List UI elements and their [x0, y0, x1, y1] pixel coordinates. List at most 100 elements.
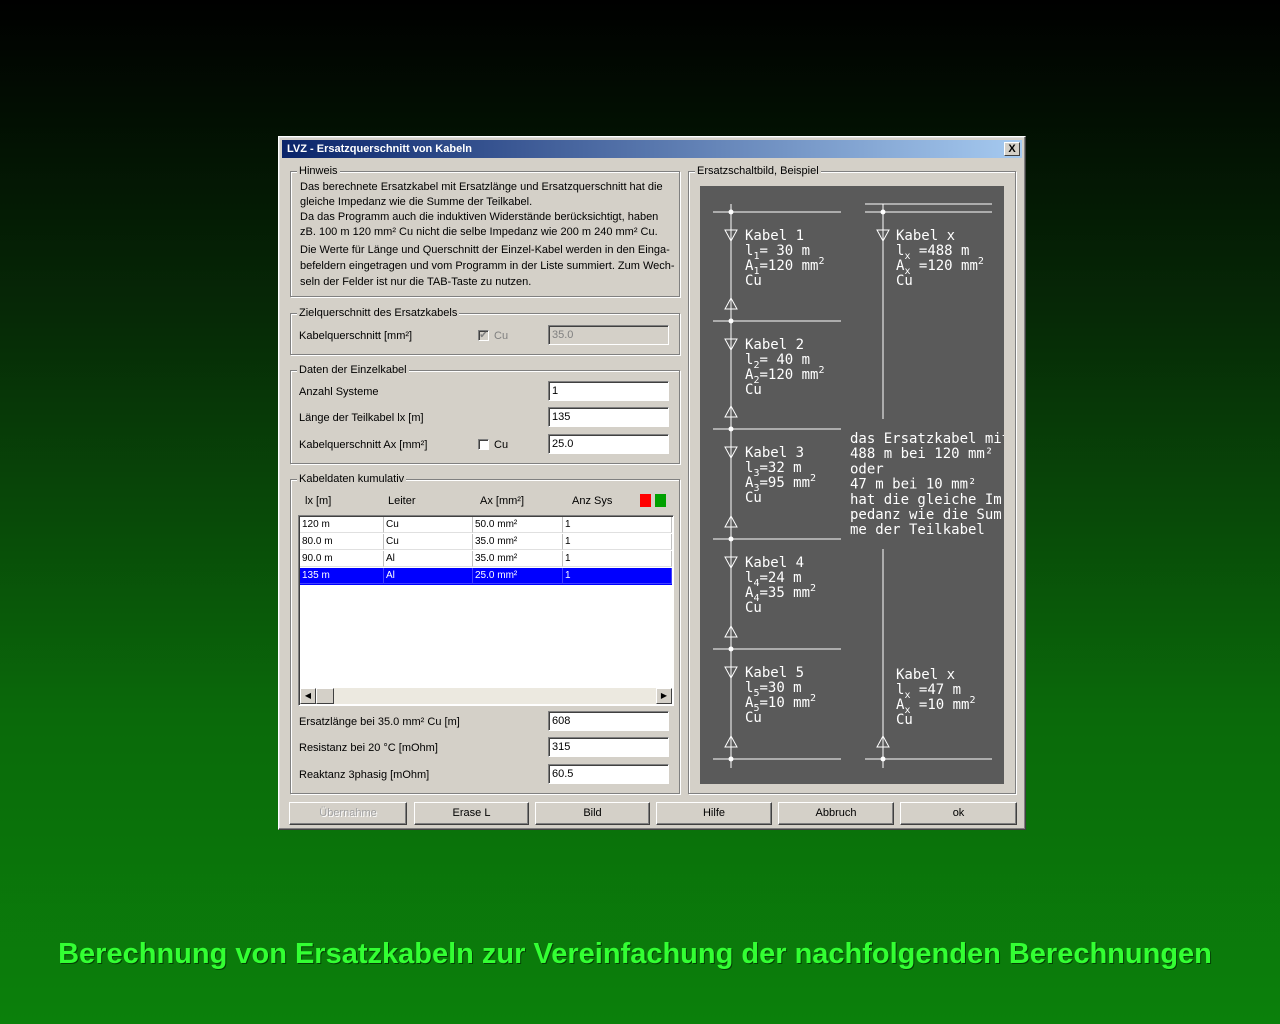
einzel-label: Daten der Einzelkabel — [297, 363, 409, 377]
cable-material: Cu — [745, 273, 762, 289]
table-cell: 1 — [563, 534, 672, 550]
hinweis-line: befeldern eingetragen und vom Programm i… — [300, 260, 675, 272]
diagram-note: hat die gleiche Im- — [850, 492, 1004, 508]
table-row[interactable]: 135 m Al 25.0 mm² 1 — [300, 568, 672, 585]
diagram-note: me der Teilkabel — [850, 522, 985, 538]
ersatzschaltbild-diagram: Kabel 1 l1= 30 m A1=120 mm2 Cu Kabel 2 l2= 40… — [700, 186, 1010, 784]
table-cell: 1 — [563, 568, 672, 584]
table-cell: 90.0 m — [300, 551, 384, 567]
close-icon[interactable]: X — [1004, 142, 1020, 156]
table-cell: 1 — [563, 551, 672, 567]
hinweis-line: Da das Programm auch die induktiven Wide… — [300, 211, 659, 223]
node-dot — [728, 209, 734, 215]
table-cell: 120 m — [300, 517, 384, 533]
schaltbild-label: Ersatzschaltbild, Beispiel — [695, 164, 821, 178]
cable-name: Kabel 5 — [745, 665, 804, 681]
cable-material: Cu — [745, 382, 762, 398]
kabel-listbox[interactable]: 120 m Cu 50.0 mm² 1 80.0 m Cu 35.0 mm² 1 90.0 mA… — [298, 515, 674, 706]
hinweis-line: Die Werte für Länge und Querschnitt der … — [300, 244, 670, 256]
cable-material: Cu — [745, 490, 762, 506]
reaktanz-label: Reaktanz 3phasig [mOhm] — [299, 769, 430, 781]
resistanz-label: Resistanz bei 20 °C [mOhm] — [299, 742, 438, 754]
scroll-right-icon[interactable]: ▶ — [656, 688, 672, 704]
cable-material: Cu — [896, 712, 913, 728]
querschnitt-field[interactable]: 25.0 — [548, 434, 669, 454]
hilfe-button[interactable]: Hilfe — [656, 802, 772, 825]
title-bar[interactable]: LVZ - Ersatzquerschnitt von Kabeln X — [282, 140, 1022, 158]
table-row[interactable]: 80.0 m Cu 35.0 mm² 1 — [300, 534, 672, 551]
page-caption: Berechnung von Ersatzkabeln zur Vereinfa… — [58, 938, 1212, 970]
diagram-note: das Ersatzkabel mit — [850, 431, 1004, 447]
node-dot — [880, 756, 886, 762]
diagram-note: 47 m bei 10 mm² — [850, 477, 976, 493]
ziel-querschnitt-field[interactable]: 35.0 — [548, 325, 669, 345]
laenge-label: Länge der Teilkabel lx [m] — [299, 412, 424, 424]
uebernahme-button[interactable]: Übernahme — [289, 802, 407, 825]
diagram-note: oder — [850, 461, 884, 477]
anzahl-systeme-field[interactable]: 1 — [548, 381, 669, 401]
table-cell: 25.0 mm² — [473, 568, 563, 584]
table-row[interactable]: 120 m Cu 50.0 mm² 1 — [300, 517, 672, 534]
scroll-left-icon[interactable]: ◀ — [300, 688, 316, 704]
table-cell: Al — [384, 568, 473, 584]
column-header-leiter: Leiter — [388, 495, 416, 507]
cable-name: Kabel 1 — [745, 228, 804, 244]
node-dot — [728, 318, 734, 324]
cable-material: Cu — [896, 273, 913, 289]
hinweis-line: Das berechnete Ersatzkabel mit Ersatzlän… — [300, 181, 663, 193]
ziel-field-label: Kabelquerschnitt [mm²] — [299, 330, 413, 342]
ziel-label: Zielquerschnitt des Ersatzkabels — [297, 306, 460, 320]
hinweis-line: zB. 100 m 120 mm² Cu nicht die selbe Imp… — [300, 226, 658, 238]
cable-name: Kabel 4 — [745, 555, 804, 571]
querschnitt-label: Kabelquerschnitt Ax [mm²] — [299, 439, 428, 451]
anzahl-label: Anzahl Systeme — [299, 386, 379, 398]
ersatzlaenge-field[interactable]: 608 — [548, 711, 669, 731]
table-cell: Al — [384, 551, 473, 567]
diagram-note: pedanz wie die Sum- — [850, 507, 1004, 523]
resistanz-field[interactable]: 315 — [548, 737, 669, 757]
laenge-field[interactable]: 135 — [548, 407, 669, 427]
dialog-title: LVZ - Ersatzquerschnitt von Kabeln — [287, 143, 472, 155]
node-dot — [728, 646, 734, 652]
column-header-lx: lx [m] — [305, 495, 332, 507]
kumulativ-label: Kabeldaten kumulativ — [297, 472, 407, 486]
cable-material: Cu — [745, 600, 762, 616]
column-header-anzsys: Anz Sys — [572, 495, 613, 507]
einzel-cu-label: Cu — [494, 439, 509, 451]
ziel-cu-label: Cu — [494, 330, 509, 342]
hinweis-line: gleiche Impedanz wie die Summe der Teilk… — [300, 196, 533, 208]
cable-name: Kabel x — [896, 228, 955, 244]
table-cell: Cu — [384, 534, 473, 550]
node-dot — [728, 426, 734, 432]
table-cell: 80.0 m — [300, 534, 384, 550]
cable-name: Kabel 2 — [745, 337, 804, 353]
table-cell: 50.0 mm² — [473, 517, 563, 533]
red-indicator-icon[interactable] — [640, 494, 651, 507]
cable-name: Kabel x — [896, 667, 955, 683]
table-cell: 35.0 mm² — [473, 551, 563, 567]
node-dot — [728, 756, 734, 762]
table-cell: 35.0 mm² — [473, 534, 563, 550]
ersatzlaenge-label: Ersatzlänge bei 35.0 mm² Cu [m] — [299, 716, 460, 728]
scroll-thumb[interactable] — [316, 688, 334, 704]
erase-button[interactable]: Erase L — [414, 802, 529, 825]
node-dot — [728, 536, 734, 542]
cable-material: Cu — [745, 710, 762, 726]
table-row[interactable]: 90.0 m Al 35.0 mm² 1 — [300, 551, 672, 568]
table-cell: 135 m — [300, 568, 384, 584]
green-indicator-icon[interactable] — [655, 494, 666, 507]
table-cell: 1 — [563, 517, 672, 533]
bild-button[interactable]: Bild — [535, 802, 650, 825]
ziel-cu-checkbox[interactable]: ✔ — [478, 330, 489, 341]
einzel-cu-checkbox[interactable] — [478, 439, 489, 450]
hinweis-label: Hinweis — [297, 164, 340, 178]
ok-button[interactable]: ok — [900, 802, 1017, 825]
horizontal-scrollbar[interactable]: ◀ ▶ — [300, 688, 672, 704]
abbruch-button[interactable]: Abbruch — [778, 802, 894, 825]
diagram-note: 488 m bei 120 mm² — [850, 446, 993, 462]
table-cell: Cu — [384, 517, 473, 533]
cable-name: Kabel 3 — [745, 445, 804, 461]
hinweis-line: seln der Felder ist nur die TAB-Taste zu… — [300, 276, 532, 288]
reaktanz-field[interactable]: 60.5 — [548, 764, 669, 784]
column-header-ax: Ax [mm²] — [480, 495, 524, 507]
